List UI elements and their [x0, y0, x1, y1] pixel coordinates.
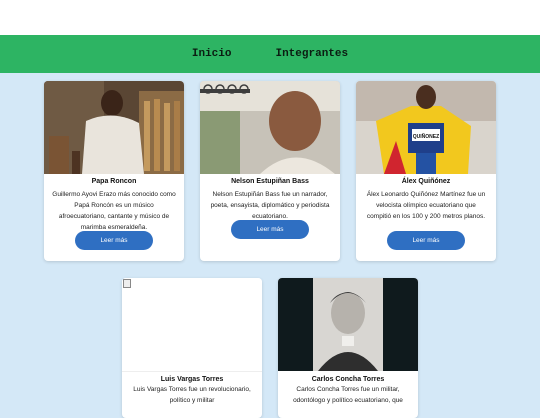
member-name: Álex Quiñónez — [401, 178, 451, 185]
member-description: Nelson Estupiñán Bass fue un narrador, p… — [210, 191, 330, 220]
member-photo — [278, 278, 418, 371]
member-card-nelson-estupinan-bass: Nelson Estupiñan Bass Nelson Estupiñán B… — [200, 81, 340, 261]
nav-link-inicio[interactable]: Inicio — [192, 48, 232, 60]
member-card-papa-roncon: Papa Roncon Guillermo Ayovi Erazo más co… — [44, 81, 184, 261]
member-card-carlos-concha-torres: Carlos Concha Torres Carlos Concha Torre… — [278, 278, 418, 418]
member-photo — [200, 81, 340, 174]
member-description: Guillermo Ayovi Erazo más conocido como … — [52, 191, 176, 231]
member-photo-broken — [122, 278, 262, 372]
member-name: Nelson Estupiñan Bass — [231, 178, 309, 185]
member-description: Luis Vargas Torres fue un revolucionario… — [133, 386, 251, 404]
member-photo — [44, 81, 184, 174]
member-description: Carlos Concha Torres fue un militar, odo… — [293, 386, 403, 404]
broken-image-icon — [123, 279, 131, 288]
member-name: Papa Roncon — [91, 178, 137, 185]
main-nav: Inicio Integrantes — [0, 35, 540, 73]
read-more-button[interactable]: Leer más — [75, 231, 153, 250]
member-card-luis-vargas-torres: Luis Vargas Torres Luis Vargas Torres fu… — [122, 278, 262, 418]
member-name: Luis Vargas Torres — [160, 376, 224, 383]
member-name: Carlos Concha Torres — [311, 376, 385, 383]
top-header-bar — [0, 0, 540, 35]
race-bib-text: QUIÑONEZ — [413, 133, 439, 140]
member-photo: QUIÑONEZ — [356, 81, 496, 174]
read-more-button[interactable]: Leer más — [231, 220, 309, 239]
read-more-button[interactable]: Leer más — [387, 231, 465, 250]
member-description: Álex Leonardo Quiñónez Martínez fue un v… — [366, 191, 486, 220]
member-card-alex-quinonez: QUIÑONEZ Álex Quiñónez Álex Leonardo Qui… — [356, 81, 496, 261]
nav-link-integrantes[interactable]: Integrantes — [275, 48, 348, 60]
